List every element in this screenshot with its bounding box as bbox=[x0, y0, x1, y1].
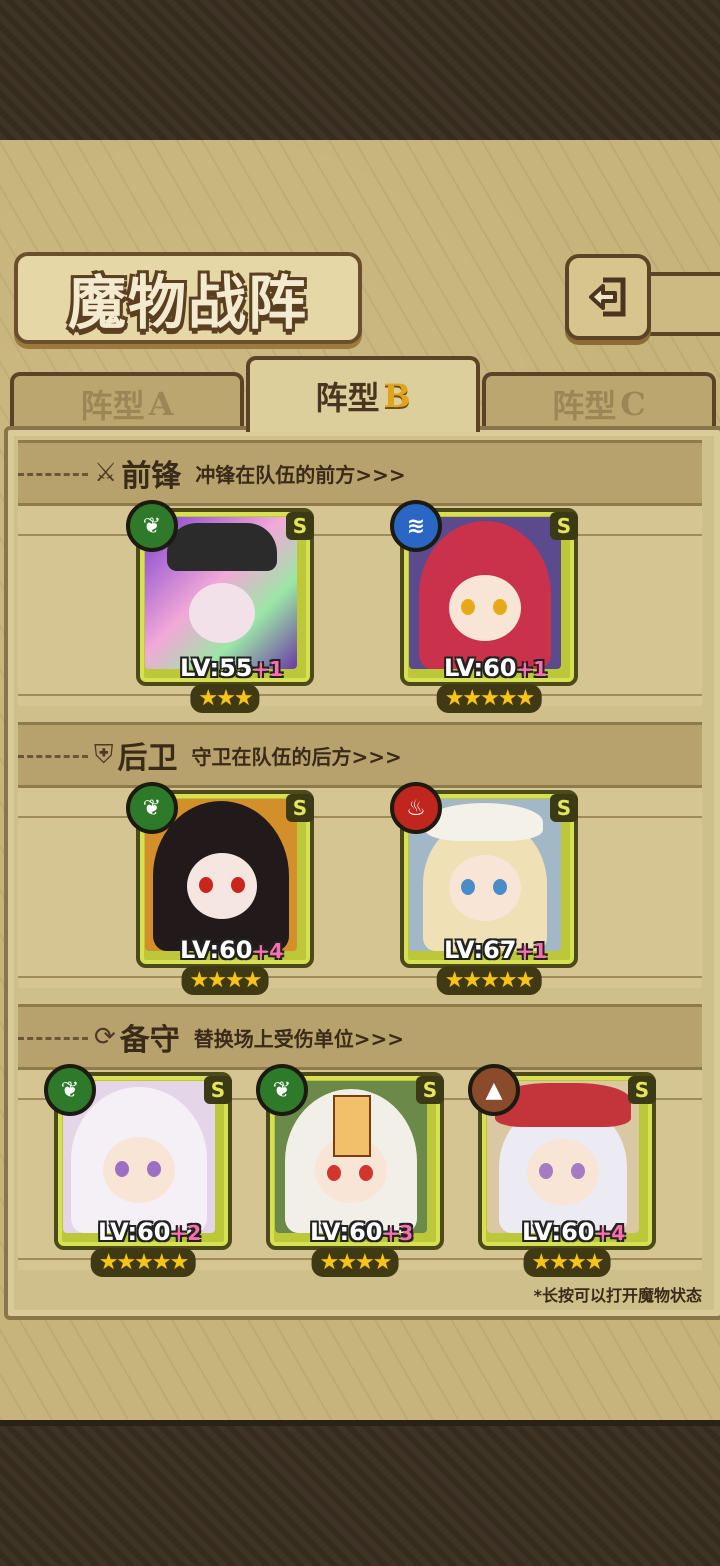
leaf-icon: ❦ bbox=[256, 1064, 308, 1116]
star-rating: ★★★★ bbox=[311, 1248, 399, 1277]
section-name: 前锋 bbox=[121, 459, 182, 494]
top-background bbox=[0, 0, 720, 146]
tab-formation-b[interactable]: 阵型 B bbox=[246, 356, 480, 432]
section-header: ⛨ 后卫 守卫在队伍的后方>>> bbox=[18, 722, 702, 788]
tab-letter: C bbox=[620, 385, 646, 423]
tab-label: 阵型 bbox=[315, 379, 380, 417]
rank-badge: S bbox=[286, 512, 314, 540]
level-label: LV:67+1 bbox=[444, 936, 548, 964]
bottom-background bbox=[0, 1420, 720, 1566]
level-label: LV:60+3 bbox=[310, 1218, 414, 1246]
shield-icon: ⛨ bbox=[94, 739, 114, 770]
slot-row: S ❦ LV:60+4 ★★★★ S ♨ LV:67+1 ★★★★★ bbox=[18, 782, 702, 995]
slot-row: S ❦ LV:60+2 ★★★★★ S ❦ LV:60+3 ★★★★ S ▲ L… bbox=[18, 1064, 702, 1277]
monster-card[interactable]: S ▲ LV:60+4 ★★★★ bbox=[468, 1064, 656, 1277]
slot-row: S ❦ LV:55+1 ★★★ S ≋ LV:60+1 ★★★★★ bbox=[18, 500, 702, 713]
leaf-icon: ❦ bbox=[126, 782, 178, 834]
level-label: LV:55+1 bbox=[180, 654, 284, 682]
section-desc: 守卫在队伍的后方>>> bbox=[191, 744, 402, 769]
section-reserve: ⟳ 备守 替换场上受伤单位>>> S ❦ LV:60+2 ★★★★★ S ❦ L… bbox=[18, 1004, 702, 1277]
tab-formation-a[interactable]: 阵型 A bbox=[10, 372, 244, 432]
sword-icon: ⚔ bbox=[94, 458, 118, 488]
star-rating: ★★★★★ bbox=[436, 684, 542, 713]
section-name: 备守 bbox=[119, 1023, 180, 1058]
tab-formation-c[interactable]: 阵型 C bbox=[482, 372, 716, 432]
star-rating: ★★★★★ bbox=[90, 1248, 196, 1277]
swap-icon: ⟳ bbox=[94, 1022, 116, 1052]
star-rating: ★★★★★ bbox=[436, 966, 542, 995]
monster-card[interactable]: S ≋ LV:60+1 ★★★★★ bbox=[390, 500, 578, 713]
section-back: ⛨ 后卫 守卫在队伍的后方>>> S ❦ LV:60+4 ★★★★ S ♨ LV… bbox=[18, 722, 702, 995]
monster-card[interactable]: S ♨ LV:67+1 ★★★★★ bbox=[390, 782, 578, 995]
back-button-tail bbox=[640, 272, 720, 336]
level-label: LV:60+1 bbox=[444, 654, 548, 682]
level-label: LV:60+4 bbox=[180, 936, 284, 964]
leaf-icon: ❦ bbox=[126, 500, 178, 552]
monster-card[interactable]: S ❦ LV:60+3 ★★★★ bbox=[256, 1064, 444, 1277]
section-desc: 冲锋在队伍的前方>>> bbox=[195, 462, 406, 487]
level-label: LV:60+2 bbox=[98, 1218, 202, 1246]
tab-label: 阵型 bbox=[552, 387, 617, 425]
rank-badge: S bbox=[204, 1076, 232, 1104]
rank-badge: S bbox=[286, 794, 314, 822]
monster-card[interactable]: S ❦ LV:55+1 ★★★ bbox=[126, 500, 314, 713]
monster-card[interactable]: S ❦ LV:60+4 ★★★★ bbox=[126, 782, 314, 995]
rank-badge: S bbox=[628, 1076, 656, 1104]
tab-letter: B bbox=[383, 377, 411, 415]
water-icon: ≋ bbox=[390, 500, 442, 552]
section-header: ⚔ 前锋 冲锋在队伍的前方>>> bbox=[18, 440, 702, 506]
fire-icon: ♨ bbox=[390, 782, 442, 834]
section-front: ⚔ 前锋 冲锋在队伍的前方>>> S ❦ LV:55+1 ★★★ S ≋ LV:… bbox=[18, 440, 702, 713]
section-name: 后卫 bbox=[117, 741, 178, 776]
rank-badge: S bbox=[550, 794, 578, 822]
level-label: LV:60+4 bbox=[522, 1218, 626, 1246]
star-rating: ★★★★ bbox=[523, 1248, 611, 1277]
section-header: ⟳ 备守 替换场上受伤单位>>> bbox=[18, 1004, 702, 1070]
back-button[interactable] bbox=[565, 254, 651, 340]
rank-badge: S bbox=[416, 1076, 444, 1104]
earth-icon: ▲ bbox=[468, 1064, 520, 1116]
long-press-hint: *长按可以打开魔物状态 bbox=[533, 1286, 702, 1305]
back-arrow-icon bbox=[589, 277, 626, 317]
rank-badge: S bbox=[550, 512, 578, 540]
leaf-icon: ❦ bbox=[44, 1064, 96, 1116]
page-title: 魔物战阵 bbox=[67, 269, 308, 337]
tab-letter: A bbox=[148, 385, 174, 423]
tab-label: 阵型 bbox=[80, 387, 145, 425]
formation-tabs: 阵型 A 阵型 B 阵型 C bbox=[10, 352, 716, 432]
section-desc: 替换场上受伤单位>>> bbox=[193, 1026, 405, 1051]
star-rating: ★★★ bbox=[190, 684, 260, 713]
title-plate: 魔物战阵 bbox=[14, 252, 362, 344]
star-rating: ★★★★ bbox=[181, 966, 269, 995]
monster-card[interactable]: S ❦ LV:60+2 ★★★★★ bbox=[44, 1064, 232, 1277]
